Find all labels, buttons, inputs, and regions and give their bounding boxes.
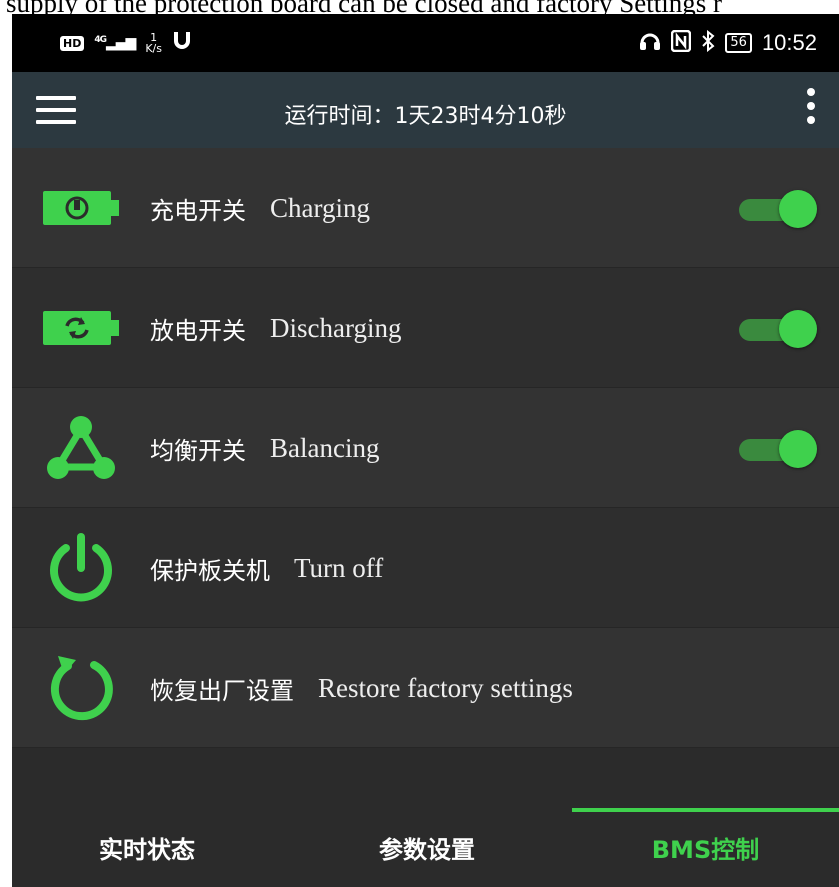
tab-bms-control[interactable]: BMS控制 xyxy=(572,808,839,887)
bluetooth-icon xyxy=(701,29,715,57)
label-zh: 保护板关机 xyxy=(150,556,270,585)
control-label: 充电开关 Charging xyxy=(150,148,370,268)
control-row-turn-off[interactable]: 保护板关机 Turn off xyxy=(12,508,839,628)
hd-badge: HD xyxy=(60,35,85,51)
net-speed: 1 K/s xyxy=(145,32,162,54)
clock: 10:52 xyxy=(761,30,817,55)
label-zh: 放电开关 xyxy=(150,316,246,345)
notification-icon xyxy=(172,30,192,57)
battery-refresh-icon xyxy=(38,268,124,388)
status-bar: HD 4G▂▄▆ 1 K/s 56 10:52 xyxy=(12,14,839,72)
tab-realtime-status[interactable]: 实时状态 xyxy=(12,808,282,887)
label-en: Charging xyxy=(270,192,370,223)
control-label: 保护板关机 Turn off xyxy=(150,508,383,628)
discharging-toggle[interactable] xyxy=(739,310,817,348)
control-row-balancing: 均衡开关 Balancing xyxy=(12,388,839,508)
control-label: 放电开关 Discharging xyxy=(150,268,401,388)
more-options-icon[interactable] xyxy=(801,88,821,134)
toggle-knob xyxy=(779,190,817,228)
nfc-icon xyxy=(671,29,692,57)
label-en: Discharging xyxy=(270,312,402,343)
label-en: Restore factory settings xyxy=(318,672,573,703)
network-type: 4G xyxy=(94,35,107,45)
control-row-discharging: 放电开关 Discharging xyxy=(12,268,839,388)
charging-toggle[interactable] xyxy=(739,190,817,228)
headphones-icon xyxy=(639,31,661,56)
label-zh: 充电开关 xyxy=(150,196,246,225)
battery-charging-icon xyxy=(38,148,124,268)
label-en: Balancing xyxy=(270,432,380,463)
phone-screen: HD 4G▂▄▆ 1 K/s 56 10:52 运行时间：1天23时4分10秒 … xyxy=(12,14,839,887)
restore-icon xyxy=(38,628,124,748)
app-bar: 运行时间：1天23时4分10秒 xyxy=(12,72,839,148)
battery-icon: 56 xyxy=(725,33,752,53)
toggle-knob xyxy=(779,310,817,348)
runtime-title: 运行时间：1天23时4分10秒 xyxy=(284,104,567,129)
balancing-toggle[interactable] xyxy=(739,430,817,468)
signal-icon: 4G▂▄▆ xyxy=(94,35,136,51)
balance-network-icon xyxy=(38,388,124,508)
label-en: Turn off xyxy=(294,552,384,583)
label-zh: 均衡开关 xyxy=(150,436,246,465)
net-speed-unit: K/s xyxy=(145,42,162,55)
toggle-knob xyxy=(779,430,817,468)
control-label: 均衡开关 Balancing xyxy=(150,388,379,508)
label-zh: 恢复出厂设置 xyxy=(150,676,294,705)
tab-parameter-settings[interactable]: 参数设置 xyxy=(282,808,572,887)
status-left: HD 4G▂▄▆ 1 K/s xyxy=(60,27,192,59)
status-right: 56 10:52 xyxy=(639,27,817,59)
power-icon xyxy=(38,508,124,628)
control-label: 恢复出厂设置 Restore factory settings xyxy=(150,628,573,748)
control-row-charging: 充电开关 Charging xyxy=(12,148,839,268)
bottom-nav: 实时状态 参数设置 BMS控制 xyxy=(12,808,839,887)
control-row-restore[interactable]: 恢复出厂设置 Restore factory settings xyxy=(12,628,839,748)
